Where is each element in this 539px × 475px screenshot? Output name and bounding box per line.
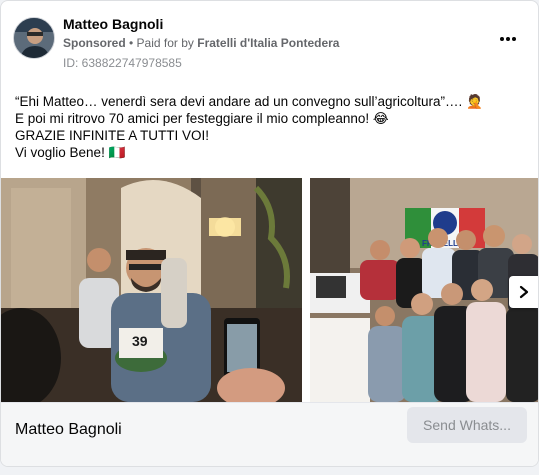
- sponsored-line: Sponsored • Paid for by Fratelli d'Itali…: [63, 36, 339, 50]
- group-photo: FRATELLI: [310, 178, 538, 402]
- birthday-photo: 39: [1, 178, 302, 402]
- avatar[interactable]: [13, 17, 55, 59]
- carousel-next-button[interactable]: [509, 276, 538, 308]
- post-text-line: “Ehi Matteo… venerdì sera devi andare ad…: [15, 94, 483, 109]
- photo-carousel: 39 FRATELLI: [1, 178, 538, 402]
- paid-for-prefix: • Paid for by: [125, 36, 198, 50]
- post-text-line: GRAZIE INFINITE A TUTTI VOI!: [15, 128, 210, 143]
- payer-name[interactable]: Fratelli d'Italia Pontedera: [197, 36, 339, 50]
- cake-number: 39: [132, 333, 148, 349]
- more-options-icon[interactable]: [496, 29, 520, 49]
- sponsored-label: Sponsored: [63, 36, 126, 50]
- avatar-image: [14, 18, 54, 58]
- post-header: Matteo Bagnoli Sponsored • Paid for by F…: [1, 1, 538, 75]
- carousel-photo-left[interactable]: 39: [1, 178, 302, 402]
- ad-card: Matteo Bagnoli Sponsored • Paid for by F…: [0, 0, 539, 467]
- chevron-right-icon: [519, 285, 529, 299]
- ad-footer: Matteo Bagnoli Send Whats...: [1, 402, 538, 466]
- post-text-line: Vi voglio Bene! 🇮🇹: [15, 145, 126, 160]
- post-text: “Ehi Matteo… venerdì sera devi andare ad…: [15, 93, 525, 161]
- author-name[interactable]: Matteo Bagnoli: [63, 16, 163, 32]
- footer-title[interactable]: Matteo Bagnoli: [15, 421, 122, 439]
- send-whatsapp-button[interactable]: Send Whats...: [407, 407, 527, 443]
- carousel-photo-right[interactable]: FRATELLI: [310, 178, 538, 402]
- post-text-line: E poi mi ritrovo 70 amici per festeggiar…: [15, 111, 389, 126]
- ad-id: ID: 638822747978585: [63, 56, 182, 70]
